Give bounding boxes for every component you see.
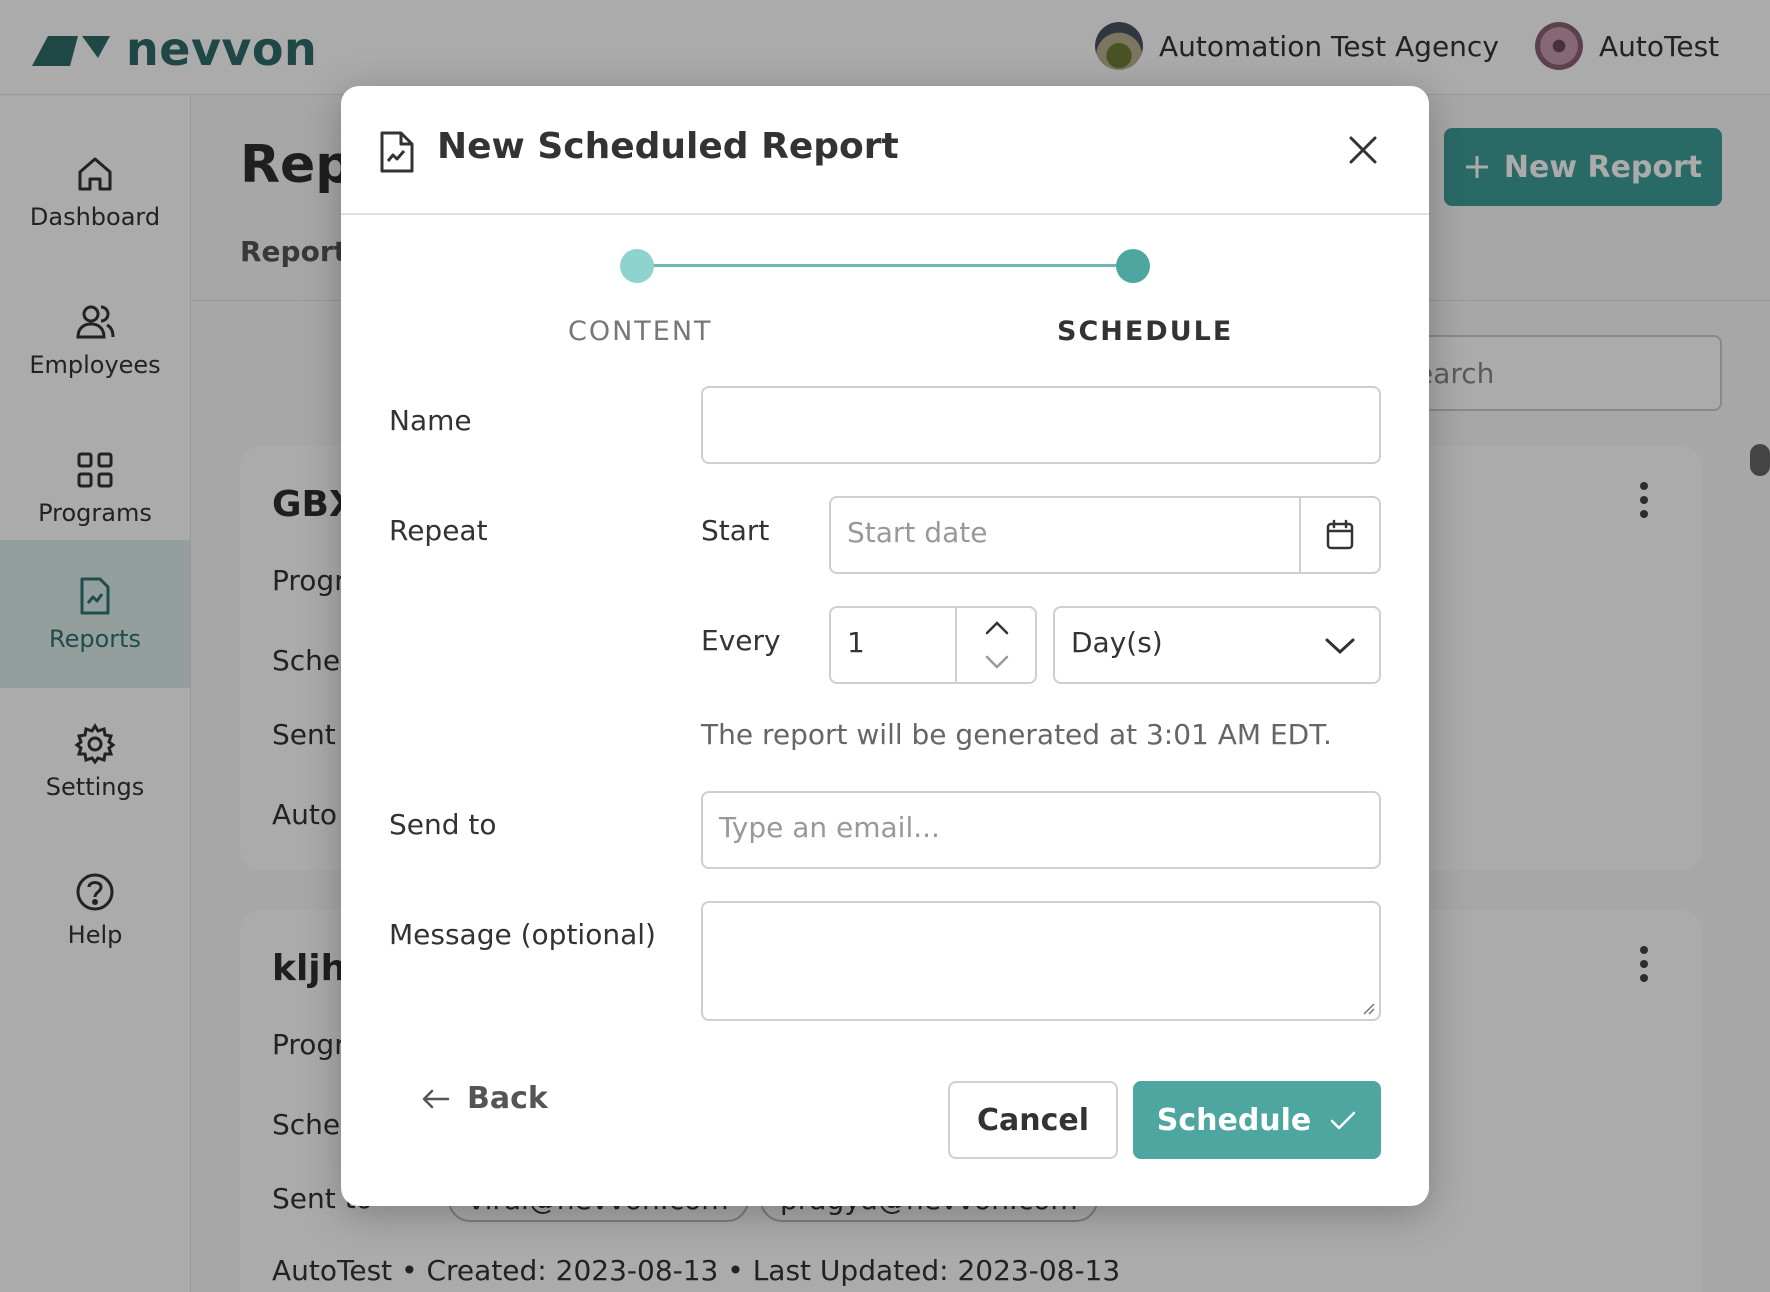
name-input[interactable] bbox=[701, 386, 1381, 464]
calendar-button[interactable] bbox=[1299, 498, 1379, 572]
name-label: Name bbox=[389, 404, 472, 437]
step-dot-schedule[interactable] bbox=[1116, 249, 1150, 283]
report-icon bbox=[380, 131, 414, 173]
email-placeholder: Type an email... bbox=[719, 811, 940, 844]
close-icon[interactable] bbox=[1343, 130, 1383, 170]
cancel-button[interactable]: Cancel bbox=[948, 1081, 1118, 1159]
message-textarea[interactable] bbox=[701, 901, 1381, 1021]
check-icon bbox=[1331, 1111, 1356, 1130]
dialog-header: New Scheduled Report bbox=[341, 86, 1429, 215]
repeat-unit-select[interactable]: Day(s) bbox=[1053, 606, 1381, 684]
arrow-left-icon bbox=[422, 1089, 450, 1108]
step-label-schedule[interactable]: SCHEDULE bbox=[1057, 316, 1233, 347]
step-dot-content[interactable] bbox=[620, 249, 654, 283]
message-label: Message (optional) bbox=[389, 918, 656, 951]
stepper-line bbox=[637, 264, 1133, 267]
step-label-content[interactable]: CONTENT bbox=[568, 316, 713, 347]
schedule-label: Schedule bbox=[1156, 1102, 1312, 1138]
schedule-button[interactable]: Schedule bbox=[1133, 1081, 1381, 1159]
chevron-down-icon[interactable] bbox=[983, 652, 1011, 672]
chevron-down-icon bbox=[1325, 638, 1355, 655]
repeat-label: Repeat bbox=[389, 514, 488, 547]
back-label: Back bbox=[467, 1081, 548, 1116]
send-to-label: Send to bbox=[389, 808, 497, 841]
calendar-icon bbox=[1326, 519, 1354, 550]
new-scheduled-report-dialog: New Scheduled Report CONTENT SCHEDULE Na… bbox=[341, 86, 1429, 1206]
every-value: 1 bbox=[847, 626, 865, 659]
chevron-up-icon[interactable] bbox=[983, 618, 1011, 638]
every-label: Every bbox=[701, 624, 781, 657]
email-input[interactable]: Type an email... bbox=[701, 791, 1381, 869]
stepper-controls bbox=[955, 608, 1035, 682]
dialog-title: New Scheduled Report bbox=[437, 126, 899, 167]
generation-time-hint: The report will be generated at 3:01 AM … bbox=[701, 718, 1332, 751]
start-date-placeholder: Start date bbox=[847, 516, 988, 549]
every-stepper[interactable]: 1 bbox=[829, 606, 1037, 684]
start-label: Start bbox=[701, 514, 770, 547]
repeat-unit-value: Day(s) bbox=[1071, 626, 1163, 659]
start-date-input[interactable]: Start date bbox=[829, 496, 1381, 574]
resize-handle-icon[interactable] bbox=[1361, 1001, 1375, 1015]
back-button[interactable]: Back bbox=[421, 1081, 548, 1116]
